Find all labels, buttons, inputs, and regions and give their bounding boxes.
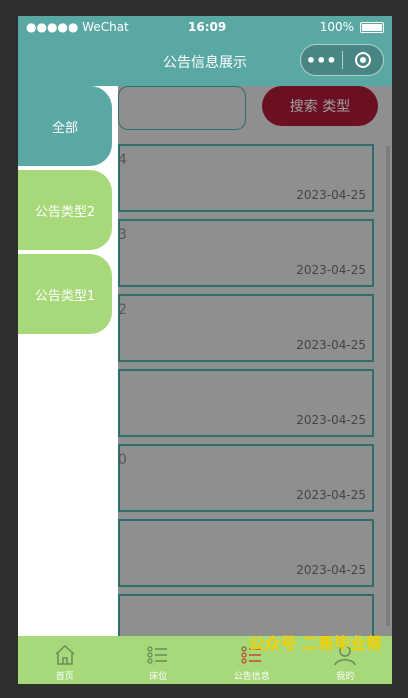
notice-date: 2023-04-25 [296, 338, 366, 352]
battery-group: 100% [320, 20, 384, 34]
notice-title: 4 [118, 152, 127, 168]
notice-date: 2023-04-25 [296, 413, 366, 427]
scrollbar[interactable] [386, 146, 390, 626]
notice-card[interactable]: 3 2023-04-25 [118, 219, 374, 287]
notice-date: 2023-04-25 [296, 263, 366, 277]
notice-date: 2023-04-25 [296, 563, 366, 577]
notice-date: 2023-04-25 [296, 188, 366, 202]
carrier-label: ●●●●● WeChat [26, 20, 129, 34]
notice-title: 3 [118, 227, 127, 243]
watermark-text: 公众号 二哥毕业帮 [248, 634, 382, 653]
nav-bar: 公告信息展示 ••• [18, 38, 392, 86]
list-icon [147, 646, 168, 664]
search-input[interactable] [118, 86, 246, 130]
drawer-item-type1[interactable]: 公告类型1 [18, 254, 112, 334]
tab-home[interactable]: 首页 [18, 636, 112, 684]
notice-title: 0 [118, 452, 127, 468]
notice-card[interactable]: 2023-04-25 [118, 519, 374, 587]
phone-screen: ●●●●● WeChat 16:09 100% 公告信息展示 ••• 搜索 类型… [18, 16, 392, 684]
search-button[interactable]: 搜索 类型 [262, 86, 378, 126]
tab-label: 我的 [336, 672, 355, 682]
clock: 16:09 [188, 20, 227, 34]
notice-card[interactable]: 4 2023-04-25 [118, 144, 374, 212]
notice-list: 4 2023-04-25 3 2023-04-25 2 2023-04-25 2… [118, 144, 374, 669]
battery-icon [360, 21, 384, 33]
more-menu-button[interactable]: ••• [301, 51, 342, 70]
tab-label: 公告信息 [233, 672, 270, 682]
mini-program-capsule: ••• [300, 44, 384, 76]
drawer-item-type2[interactable]: 公告类型2 [18, 170, 112, 250]
notice-card[interactable]: 2023-04-25 [118, 369, 374, 437]
tab-label: 床位 [149, 672, 168, 682]
notice-title: 2 [118, 302, 127, 318]
status-bar: ●●●●● WeChat 16:09 100% [18, 16, 392, 38]
home-icon [55, 644, 75, 665]
notice-card[interactable]: 2 2023-04-25 [118, 294, 374, 362]
tab-beds[interactable]: 床位 [112, 636, 206, 684]
close-mini-program-button[interactable] [342, 52, 383, 68]
battery-percent: 100% [319, 20, 354, 34]
notice-date: 2023-04-25 [296, 488, 366, 502]
target-icon [354, 52, 371, 68]
notice-card[interactable]: 0 2023-04-25 [118, 444, 374, 512]
drawer-item-all[interactable]: 全部 [18, 86, 112, 166]
tab-label: 首页 [55, 672, 74, 682]
category-drawer: 全部 公告类型2 公告类型1 [18, 86, 118, 636]
